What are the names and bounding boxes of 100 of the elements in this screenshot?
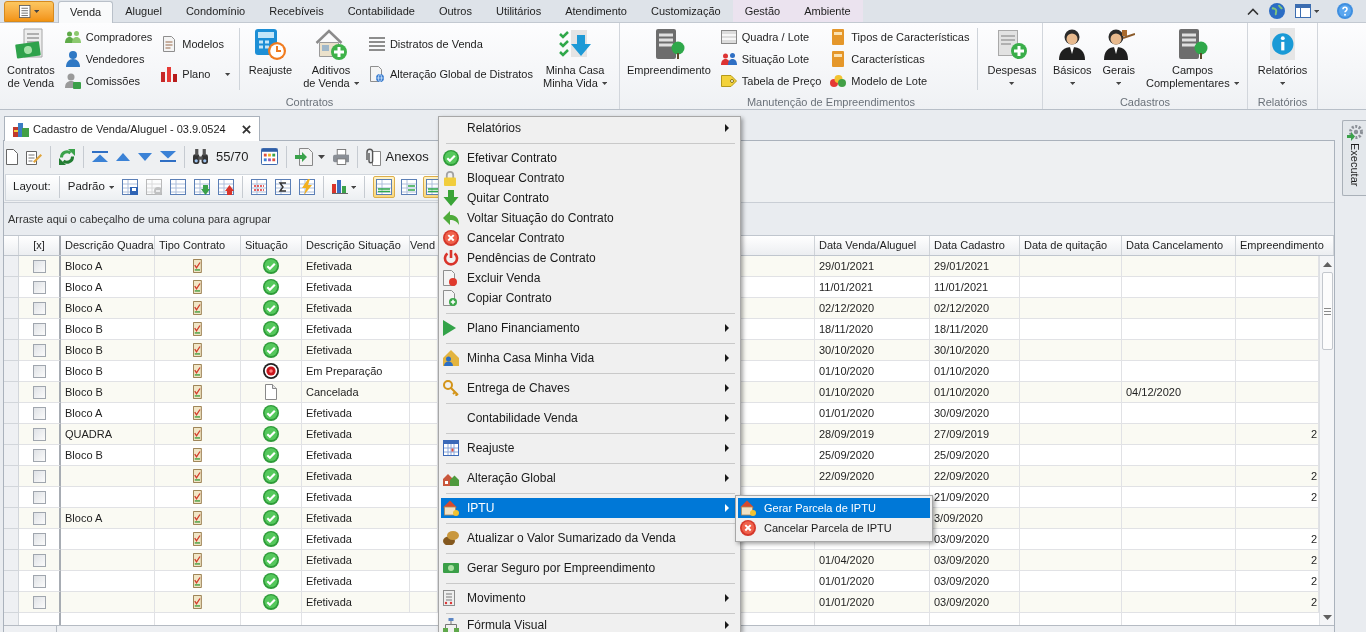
- ribbon-tab[interactable]: Atendimento: [553, 0, 639, 22]
- column-header[interactable]: Data Cancelamento: [1122, 236, 1236, 255]
- save-layout-icon[interactable]: [122, 179, 139, 195]
- row-checkbox[interactable]: [32, 322, 46, 336]
- column-header[interactable]: Empreendimento: [1236, 236, 1334, 255]
- column-header[interactable]: Tipo Contrato: [155, 236, 241, 255]
- column-header[interactable]: Data Venda/Aluguel: [815, 236, 930, 255]
- ribbon-button[interactable]: Despesas: [985, 23, 1039, 90]
- ribbon-tab[interactable]: Gestão: [732, 0, 793, 22]
- column-header[interactable]: Situação: [241, 236, 302, 255]
- ribbon-button[interactable]: Distratos de Venda: [367, 33, 534, 55]
- menu-item[interactable]: Cancelar Contrato: [441, 228, 738, 248]
- menu-item[interactable]: Excluir Venda: [441, 268, 738, 288]
- scroll-down-icon[interactable]: [1322, 614, 1332, 620]
- row-checkbox[interactable]: [32, 343, 46, 357]
- menu-item[interactable]: Efetivar Contrato: [441, 148, 738, 168]
- layout-dropdown[interactable]: Padrão: [67, 178, 115, 196]
- row-checkbox[interactable]: [32, 280, 46, 294]
- ribbon-button[interactable]: Empreendimento: [625, 23, 713, 77]
- row-checkbox[interactable]: [32, 259, 46, 273]
- ribbon-tab[interactable]: Utilitários: [483, 0, 554, 22]
- caret-icon[interactable]: [1313, 9, 1319, 13]
- row-checkbox[interactable]: [32, 574, 46, 588]
- row-checkbox[interactable]: [32, 595, 46, 609]
- scrollbar-thumb[interactable]: [1321, 272, 1333, 350]
- menu-item[interactable]: Alteração Global: [441, 468, 738, 488]
- menu-item[interactable]: Bloquear Contrato: [441, 168, 738, 188]
- row-checkbox[interactable]: [32, 469, 46, 483]
- scroll-up-icon[interactable]: [1322, 261, 1332, 267]
- menu-item[interactable]: Voltar Situação do Contrato: [441, 208, 738, 228]
- column-header[interactable]: Descrição Situação: [302, 236, 410, 255]
- columns-icon[interactable]: [251, 179, 268, 195]
- ribbon-button[interactable]: Modelos: [160, 33, 232, 55]
- menu-item[interactable]: Copiar Contrato: [441, 288, 738, 308]
- ribbon-button[interactable]: Minha Casa Minha Vida: [541, 23, 610, 90]
- ribbon-tab[interactable]: Outros: [426, 0, 484, 22]
- menu-item[interactable]: Atualizar o Valor Sumarizado da Venda: [441, 528, 738, 548]
- lightning-icon[interactable]: [299, 179, 316, 195]
- ribbon-button[interactable]: Alteração Global de Distratos: [367, 63, 534, 85]
- ribbon-tab[interactable]: Venda: [58, 1, 114, 23]
- printer-icon[interactable]: [332, 148, 350, 165]
- menu-item[interactable]: Minha Casa Minha Vida: [441, 348, 738, 368]
- refresh-icon[interactable]: [59, 148, 75, 165]
- new-document-icon[interactable]: [6, 148, 18, 165]
- application-menu-button[interactable]: [4, 1, 54, 22]
- row-checkbox[interactable]: [32, 406, 46, 420]
- ribbon-button[interactable]: Reajuste: [246, 23, 295, 77]
- globe-icon[interactable]: [1268, 3, 1285, 19]
- ribbon-button[interactable]: Compradores: [63, 26, 154, 48]
- ribbon-button[interactable]: Situação Lote: [719, 48, 823, 70]
- calendar-grid-icon[interactable]: [260, 148, 278, 165]
- menu-item[interactable]: Quitar Contrato: [441, 188, 738, 208]
- column-header[interactable]: Data de quitação: [1020, 236, 1122, 255]
- next-icon[interactable]: [138, 152, 152, 161]
- help-icon[interactable]: [1337, 3, 1353, 19]
- menu-item[interactable]: Gerar Seguro por Empreendimento: [441, 558, 738, 578]
- close-icon[interactable]: [241, 124, 251, 134]
- ribbon-button[interactable]: Tipos de Características: [829, 26, 971, 48]
- row-checkbox[interactable]: [32, 511, 46, 525]
- caret-icon[interactable]: [351, 185, 357, 189]
- menu-item[interactable]: Entrega de Chaves: [441, 378, 738, 398]
- row-checkbox[interactable]: [32, 364, 46, 378]
- ribbon-button[interactable]: Tabela de Preço: [719, 70, 823, 92]
- run-panel-tab[interactable]: Executar: [1342, 120, 1366, 196]
- view-toggle[interactable]: [373, 176, 396, 198]
- ribbon-button[interactable]: Plano: [160, 63, 232, 85]
- export-icon[interactable]: [218, 179, 235, 195]
- ribbon-button[interactable]: Comissões: [63, 70, 154, 92]
- menu-item[interactable]: Fórmula Visual: [441, 618, 738, 632]
- ribbon-button[interactable]: Vendedores: [63, 48, 154, 70]
- window-layout-icon[interactable]: [1294, 4, 1311, 18]
- column-header[interactable]: Descrição Quadra: [61, 236, 155, 255]
- column-header[interactable]: Vend: [410, 236, 438, 255]
- chevron-up-icon[interactable]: [1246, 7, 1259, 15]
- menu-item[interactable]: Movimento: [441, 588, 738, 608]
- ribbon-button[interactable]: Básicos: [1051, 23, 1094, 90]
- row-checkbox[interactable]: [32, 553, 46, 567]
- ribbon-button[interactable]: Relatórios: [1255, 23, 1310, 90]
- column-header[interactable]: Data Cadastro: [930, 236, 1020, 255]
- grid-icon[interactable]: [170, 179, 187, 195]
- menu-item[interactable]: Plano Financiamento: [441, 318, 738, 338]
- row-checkbox[interactable]: [32, 490, 46, 504]
- menu-item[interactable]: Relatórios: [441, 118, 738, 138]
- ribbon-button[interactable]: Contratos de Venda: [5, 23, 57, 90]
- ribbon-button[interactable]: Características: [829, 48, 971, 70]
- ribbon-button[interactable]: Campos Complementares: [1143, 23, 1241, 90]
- previous-icon[interactable]: [116, 152, 130, 161]
- ribbon-tab[interactable]: Ambiente: [792, 0, 863, 22]
- ribbon-button[interactable]: Quadra / Lote: [719, 26, 823, 48]
- ribbon-tab[interactable]: Recebíveis: [257, 0, 336, 22]
- menu-item[interactable]: Contabilidade Venda: [441, 408, 738, 428]
- edit-document-icon[interactable]: [26, 148, 42, 165]
- binoculars-icon[interactable]: [193, 149, 208, 164]
- menu-item[interactable]: IPTU: [441, 498, 738, 518]
- import-icon[interactable]: [194, 179, 211, 195]
- last-record-icon[interactable]: [160, 151, 176, 162]
- document-tab[interactable]: Cadastro de Venda/Aluguel - 03.9.0524: [4, 116, 260, 141]
- ribbon-tab[interactable]: Contabilidade: [335, 0, 427, 22]
- ribbon-button[interactable]: Modelo de Lote: [829, 70, 971, 92]
- first-record-icon[interactable]: [92, 151, 108, 162]
